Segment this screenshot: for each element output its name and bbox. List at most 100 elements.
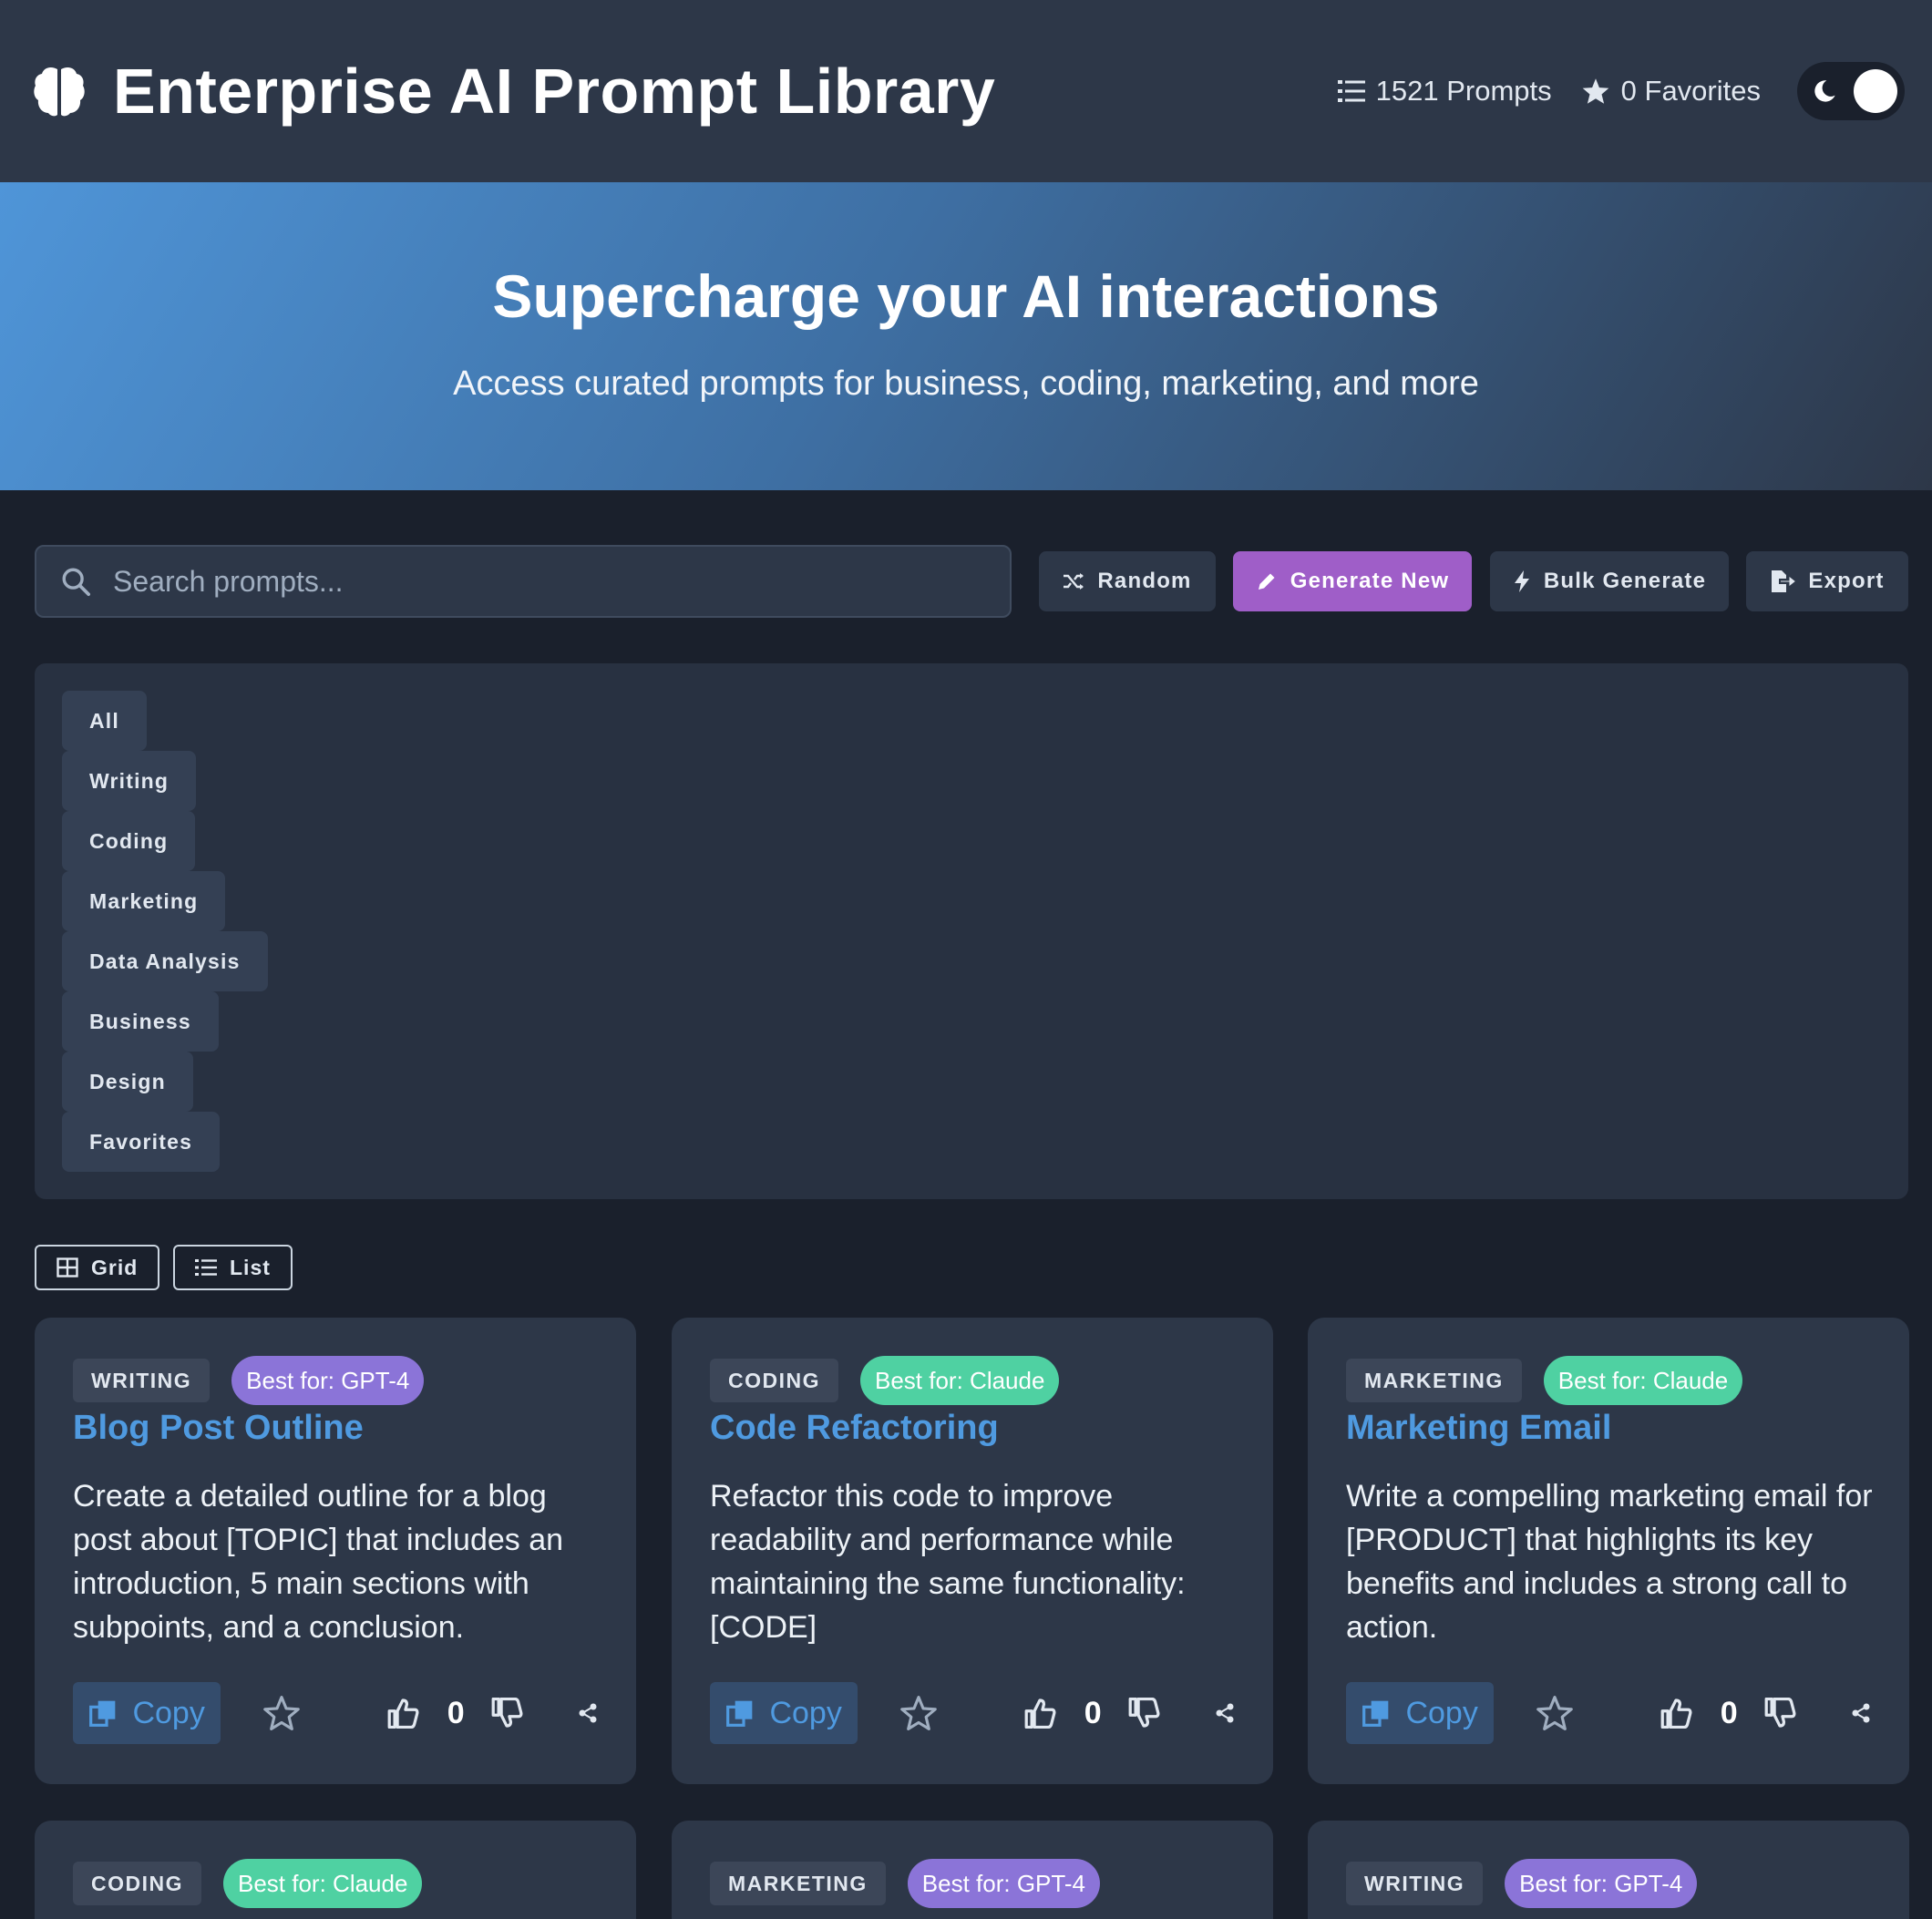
card-actions: Copy 0 — [1346, 1682, 1871, 1744]
export-icon — [1770, 570, 1796, 593]
list-label: List — [230, 1255, 271, 1279]
thumbs-down-icon[interactable] — [490, 1698, 523, 1729]
prompt-count-label: 1521 Prompts — [1375, 75, 1552, 107]
model-badge: Best for: Claude — [1543, 1356, 1743, 1405]
thumbs-down-icon[interactable] — [1127, 1698, 1160, 1729]
app-title: Enterprise AI Prompt Library — [113, 56, 996, 127]
card-tags: CODING Best for: Claude — [73, 1859, 423, 1908]
generate-label: Generate New — [1290, 569, 1450, 593]
category-tag: CODING — [73, 1862, 201, 1905]
theme-toggle[interactable] — [1797, 62, 1905, 120]
copy-label: Copy — [769, 1695, 842, 1730]
favorite-star-icon[interactable] — [899, 1695, 938, 1731]
search-input[interactable] — [111, 563, 931, 600]
bulk-label: Bulk Generate — [1543, 569, 1707, 593]
category-business[interactable]: Business — [62, 991, 219, 1052]
category-filter-panel: All Writing Coding Marketing Data Analys… — [35, 663, 1908, 1199]
category-all[interactable]: All — [62, 691, 147, 751]
copy-button[interactable]: Copy — [710, 1682, 858, 1744]
list-view-button[interactable]: List — [173, 1245, 293, 1290]
category-coding[interactable]: Coding — [62, 811, 196, 871]
favorites-count-label: 0 Favorites — [1620, 75, 1761, 107]
prompt-card: CODING Best for: Claude Code Refactoring… — [672, 1318, 1273, 1784]
category-tag: MARKETING — [710, 1862, 886, 1905]
toolbar: Random Generate New Bulk Generate Export — [35, 545, 1908, 618]
category-writing[interactable]: Writing — [62, 751, 197, 811]
card-actions: Copy 0 — [710, 1682, 1235, 1744]
copy-label: Copy — [1405, 1695, 1478, 1730]
share-icon[interactable] — [1851, 1703, 1871, 1723]
category-tag: CODING — [710, 1359, 838, 1402]
prompt-card: MARKETING Best for: Claude Marketing Ema… — [1308, 1318, 1909, 1784]
thumbs-up-icon[interactable] — [386, 1698, 419, 1729]
category-tag: WRITING — [73, 1359, 211, 1402]
generate-new-button[interactable]: Generate New — [1233, 551, 1472, 611]
moon-icon — [1812, 78, 1837, 104]
category-data-analysis[interactable]: Data Analysis — [62, 931, 268, 991]
brand: Enterprise AI Prompt Library — [33, 55, 995, 128]
grid-icon — [57, 1257, 78, 1278]
pencil-icon — [1256, 570, 1278, 592]
card-title: Blog Post Outline — [73, 1409, 364, 1447]
card-title: Code Refactoring — [710, 1409, 999, 1447]
copy-button[interactable]: Copy — [73, 1682, 221, 1744]
hero-subtitle: Access curated prompts for business, cod… — [453, 364, 1479, 403]
card-prompt-text: Write a compelling marketing email for [… — [1346, 1479, 1873, 1645]
card-title: Marketing Email — [1346, 1409, 1612, 1447]
category-tag: WRITING — [1346, 1862, 1484, 1905]
copy-icon — [88, 1698, 118, 1728]
hero-banner: Supercharge your AI interactions Access … — [0, 182, 1932, 490]
card-tags: WRITING Best for: GPT-4 — [1346, 1859, 1698, 1908]
model-badge: Best for: GPT-4 — [231, 1356, 425, 1405]
favorite-star-icon[interactable] — [262, 1695, 301, 1731]
app-header: Enterprise AI Prompt Library 1521 Prompt… — [0, 0, 1932, 182]
vote-count: 0 — [1720, 1695, 1738, 1730]
model-badge: Best for: GPT-4 — [1505, 1859, 1698, 1908]
category-tag: MARKETING — [1346, 1359, 1522, 1402]
card-tags: WRITING Best for: GPT-4 — [73, 1356, 425, 1405]
category-design[interactable]: Design — [62, 1052, 193, 1112]
copy-button[interactable]: Copy — [1346, 1682, 1495, 1744]
bolt-icon — [1513, 570, 1531, 593]
random-button[interactable]: Random — [1039, 551, 1216, 611]
share-icon[interactable] — [1215, 1703, 1235, 1723]
export-button[interactable]: Export — [1746, 551, 1908, 611]
card-tags: MARKETING Best for: GPT-4 — [710, 1859, 1100, 1908]
vote-count: 0 — [1084, 1695, 1102, 1730]
grid-view-button[interactable]: Grid — [35, 1245, 160, 1290]
list-icon — [1337, 79, 1365, 103]
toggle-knob — [1854, 69, 1897, 113]
brain-icon — [33, 64, 86, 118]
random-label: Random — [1097, 569, 1192, 593]
category-marketing[interactable]: Marketing — [62, 871, 226, 931]
model-badge: Best for: Claude — [860, 1356, 1060, 1405]
shuffle-icon — [1063, 571, 1084, 591]
prompt-card: WRITING Best for: GPT-4 Blog Post Outlin… — [35, 1318, 636, 1784]
prompt-count: 1521 Prompts — [1337, 75, 1552, 108]
thumbs-down-icon[interactable] — [1763, 1698, 1796, 1729]
copy-icon — [1362, 1698, 1391, 1728]
grid-label: Grid — [91, 1255, 139, 1279]
star-filled-icon — [1581, 77, 1610, 105]
hero-title: Supercharge your AI interactions — [492, 262, 1440, 330]
bulk-generate-button[interactable]: Bulk Generate — [1490, 551, 1729, 611]
category-favorites[interactable]: Favorites — [62, 1112, 221, 1172]
search-icon — [60, 566, 91, 597]
model-badge: Best for: Claude — [223, 1859, 423, 1908]
card-tags: MARKETING Best for: Claude — [1346, 1356, 1743, 1405]
favorites-count: 0 Favorites — [1581, 75, 1761, 108]
card-actions: Copy 0 — [73, 1682, 598, 1744]
copy-icon — [725, 1698, 755, 1728]
card-prompt-text: Refactor this code to improve readabilit… — [710, 1479, 1186, 1645]
header-stats: 1521 Prompts 0 Favorites — [1337, 62, 1905, 120]
copy-label: Copy — [132, 1695, 205, 1730]
prompt-card: WRITING Best for: GPT-4 — [1308, 1821, 1909, 1919]
share-icon[interactable] — [578, 1703, 598, 1723]
export-label: Export — [1808, 569, 1885, 593]
prompt-card: CODING Best for: Claude — [35, 1821, 636, 1919]
thumbs-up-icon[interactable] — [1023, 1698, 1056, 1729]
card-tags: CODING Best for: Claude — [710, 1356, 1060, 1405]
thumbs-up-icon[interactable] — [1660, 1698, 1692, 1729]
search-box — [35, 545, 1012, 618]
favorite-star-icon[interactable] — [1536, 1695, 1574, 1731]
